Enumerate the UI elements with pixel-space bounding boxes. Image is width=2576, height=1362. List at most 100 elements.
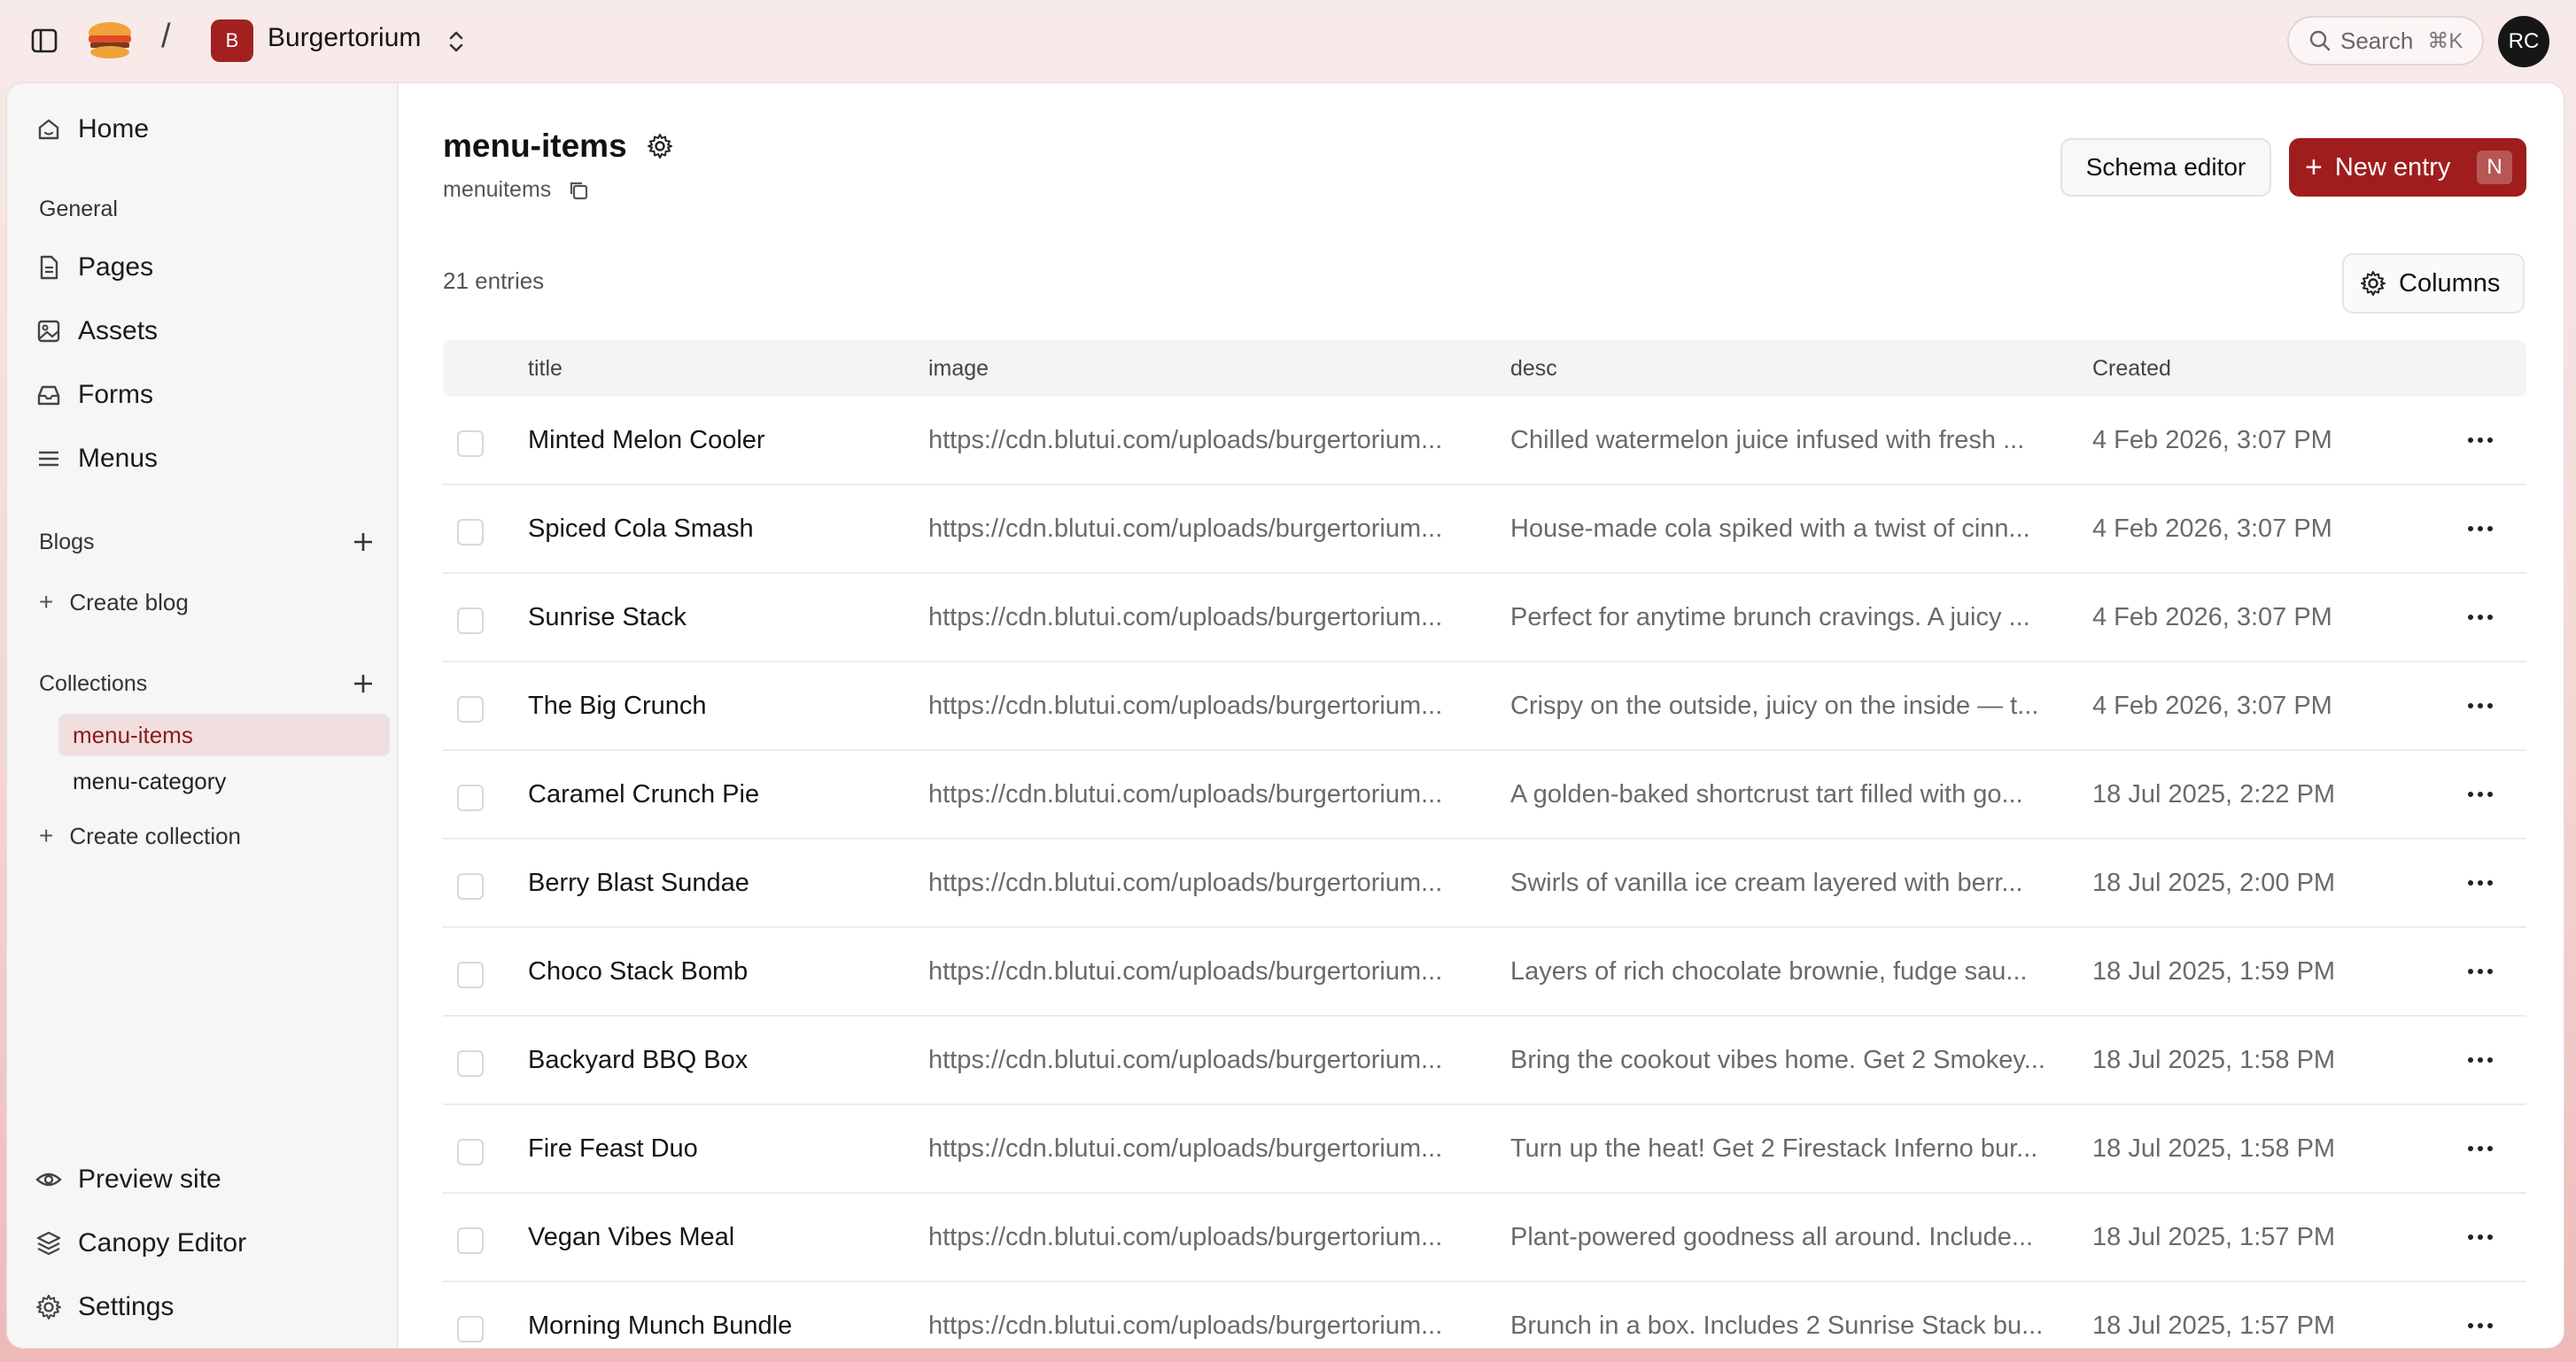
cell-created: 18 Jul 2025, 1:59 PM [2092,928,2376,1015]
table-row[interactable]: Spiced Cola Smash https://cdn.blutui.com… [443,485,2526,574]
more-options-icon[interactable] [2459,1043,2502,1077]
cell-title[interactable]: Fire Feast Duo [528,1105,909,1192]
cell-created-text: 18 Jul 2025, 2:00 PM [2092,868,2336,897]
more-options-icon[interactable] [2459,1132,2502,1165]
chevron-up-down-icon[interactable] [443,27,469,57]
more-options-icon[interactable] [2459,600,2502,634]
new-entry-button[interactable]: + New entry N [2289,138,2526,197]
add-blog-icon[interactable] [345,524,381,560]
table-row[interactable]: Morning Munch Bundle https://cdn.blutui.… [443,1282,2526,1348]
more-options-icon[interactable] [2459,512,2502,546]
sidebar-item-preview-site[interactable]: Preview site [34,1155,221,1204]
table-row[interactable]: Berry Blast Sundae https://cdn.blutui.co… [443,840,2526,928]
more-options-icon[interactable] [2459,955,2502,988]
table-row[interactable]: Sunrise Stack https://cdn.blutui.com/upl… [443,574,2526,662]
cell-image-text: https://cdn.blutui.com/uploads/burgertor… [928,1311,1443,1340]
cell-title[interactable]: Minted Melon Cooler [528,397,909,484]
cell-title[interactable]: Morning Munch Bundle [528,1282,909,1348]
sidebar-item-label: Preview site [78,1165,221,1194]
table-row[interactable]: Minted Melon Cooler https://cdn.blutui.c… [443,397,2526,485]
column-header-image[interactable]: image [928,340,989,397]
column-header-desc[interactable]: desc [1510,340,1557,397]
sidebar-item-label: Assets [78,316,159,345]
user-avatar[interactable]: RC [2498,16,2549,67]
sidebar-item-canopy-editor[interactable]: Canopy Editor [34,1219,246,1268]
cell-created: 18 Jul 2025, 1:57 PM [2092,1194,2376,1281]
row-checkbox[interactable] [457,1316,484,1343]
cell-title[interactable]: Backyard BBQ Box [528,1017,909,1103]
row-checkbox[interactable] [457,519,484,546]
cell-image-text: https://cdn.blutui.com/uploads/burgertor… [928,1134,1443,1163]
row-checkbox[interactable] [457,607,484,634]
sidebar-toggle-icon[interactable] [27,25,62,57]
schema-editor-button[interactable]: Schema editor [2060,138,2271,197]
gear-icon [34,1292,64,1322]
cell-created: 18 Jul 2025, 1:58 PM [2092,1017,2376,1103]
home-icon [34,114,64,144]
sidebar-item-label: Pages [78,252,154,282]
more-options-icon[interactable] [2459,1220,2502,1254]
sidebar-item-pages[interactable]: Pages [34,243,153,292]
column-header-created[interactable]: Created [2092,340,2171,397]
cell-title[interactable]: Berry Blast Sundae [528,840,909,926]
table-row[interactable]: Backyard BBQ Box https://cdn.blutui.com/… [443,1017,2526,1105]
app-frame: Home General Pages Assets Forms Menus Bl… [7,83,2564,1348]
row-checkbox[interactable] [457,1050,484,1077]
search-button[interactable]: Search ⌘K [2287,16,2484,66]
row-checkbox[interactable] [457,1139,484,1165]
cell-image: https://cdn.blutui.com/uploads/burgertor… [928,840,1495,926]
cell-image-text: https://cdn.blutui.com/uploads/burgertor… [928,602,1443,631]
search-shortcut: ⌘K [2427,28,2463,53]
more-options-icon[interactable] [2459,689,2502,723]
cell-title[interactable]: Spiced Cola Smash [528,485,909,572]
sidebar-item-settings[interactable]: Settings [34,1282,174,1332]
table-row[interactable]: Fire Feast Duo https://cdn.blutui.com/up… [443,1105,2526,1194]
cell-desc: Layers of rich chocolate brownie, fudge … [1510,928,2060,1015]
table-row[interactable]: Caramel Crunch Pie https://cdn.blutui.co… [443,751,2526,840]
table-row[interactable]: The Big Crunch https://cdn.blutui.com/up… [443,662,2526,751]
more-options-icon[interactable] [2459,866,2502,900]
cell-created: 4 Feb 2026, 3:07 PM [2092,574,2376,661]
workspace-name[interactable]: Burgertorium [268,23,421,53]
row-checkbox[interactable] [457,1227,484,1254]
more-options-icon[interactable] [2459,423,2502,457]
brand-logo[interactable] [85,19,135,62]
table-row[interactable]: Choco Stack Bomb https://cdn.blutui.com/… [443,928,2526,1017]
sidebar-item-menus[interactable]: Menus [34,434,158,484]
row-checkbox[interactable] [457,873,484,900]
cell-title[interactable]: The Big Crunch [528,662,909,749]
sidebar-item-forms[interactable]: Forms [34,370,153,420]
more-options-icon[interactable] [2459,1309,2502,1343]
cell-title[interactable]: Vegan Vibes Meal [528,1194,909,1281]
create-collection-link[interactable]: + Create collection [39,816,241,855]
collection-item-menu-category[interactable]: menu-category [58,760,390,802]
column-header-title[interactable]: title [528,340,563,397]
row-checkbox[interactable] [457,430,484,457]
workspace-avatar[interactable]: B [211,19,253,62]
cell-desc-text: Turn up the heat! Get 2 Firestack Infern… [1510,1134,2038,1163]
cell-title[interactable]: Caramel Crunch Pie [528,751,909,838]
cell-desc: House-made cola spiked with a twist of c… [1510,485,2060,572]
row-checkbox[interactable] [457,785,484,811]
cell-created: 18 Jul 2025, 2:22 PM [2092,751,2376,838]
row-checkbox[interactable] [457,696,484,723]
cell-title[interactable]: Choco Stack Bomb [528,928,909,1015]
row-checkbox[interactable] [457,962,484,988]
entries-table: title image desc Created Minted Melon Co… [443,340,2526,1348]
columns-button[interactable]: Columns [2342,253,2525,313]
cell-desc-text: Swirls of vanilla ice cream layered with… [1510,868,2023,897]
collection-settings-gear-icon[interactable] [647,133,677,163]
cell-image: https://cdn.blutui.com/uploads/burgertor… [928,1105,1495,1192]
copy-icon[interactable] [567,179,592,204]
sidebar-item-assets[interactable]: Assets [34,306,158,356]
collection-item-menu-items[interactable]: menu-items [58,714,390,756]
add-collection-icon[interactable] [345,666,381,701]
table-row[interactable]: Vegan Vibes Meal https://cdn.blutui.com/… [443,1194,2526,1282]
more-options-icon[interactable] [2459,778,2502,811]
create-blog-link[interactable]: + Create blog [39,583,189,622]
sidebar-item-label: Settings [78,1292,175,1321]
cell-title[interactable]: Sunrise Stack [528,574,909,661]
section-label-blogs: Blogs [39,530,95,554]
sidebar-item-home[interactable]: Home [34,104,149,154]
plus-icon: + [39,588,54,615]
